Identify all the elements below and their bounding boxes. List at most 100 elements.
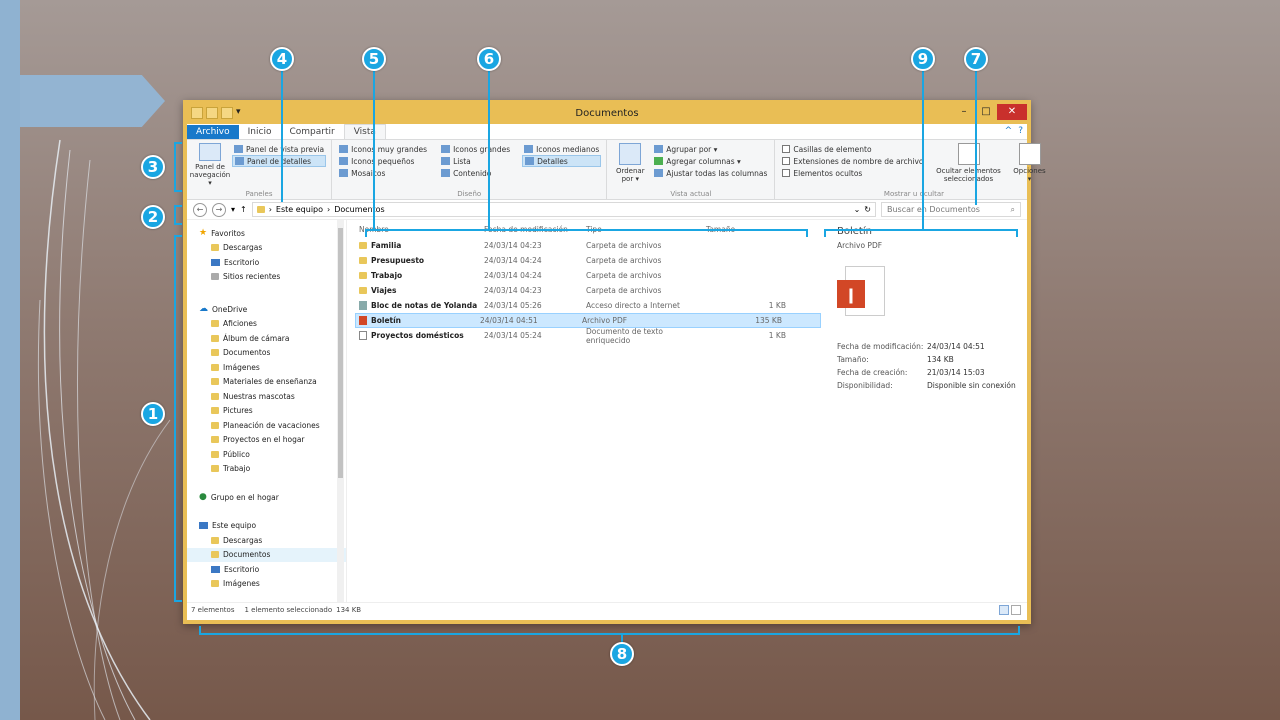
callout-bracket: [174, 205, 182, 225]
title-bar[interactable]: ▾ Documentos – □ ✕: [187, 104, 1027, 124]
layout-content[interactable]: Contenido: [439, 167, 512, 179]
nav-scrollbar[interactable]: [337, 220, 344, 602]
layout-medium-icons[interactable]: Iconos medianos: [522, 143, 601, 155]
layout-details[interactable]: Detalles: [522, 155, 602, 167]
nav-item[interactable]: Aficiones: [187, 317, 346, 332]
address-bar-row: ← → ▾ ↑ › Este equipo › Documentos ⌄ ↻ B…: [187, 200, 1027, 220]
table-row[interactable]: Familia 24/03/14 04:23 Carpeta de archiv…: [347, 238, 827, 253]
tab-compartir[interactable]: Compartir: [280, 125, 343, 139]
details-view-icon[interactable]: [999, 605, 1009, 615]
help-icon[interactable]: ?: [1018, 126, 1023, 136]
document-icon: [359, 331, 367, 340]
nav-item[interactable]: Escritorio: [187, 255, 346, 270]
nav-homegroup[interactable]: ● Grupo en el hogar: [187, 490, 346, 505]
table-row[interactable]: Proyectos domésticos 24/03/14 05:24 Docu…: [347, 327, 827, 345]
nav-item[interactable]: Documentos: [187, 346, 346, 361]
onedrive-icon: ☁: [199, 304, 208, 315]
back-button[interactable]: ←: [193, 202, 207, 217]
item-checkboxes-toggle[interactable]: Casillas de elemento: [780, 143, 925, 155]
callout-line: [488, 70, 490, 230]
checkbox[interactable]: [782, 157, 791, 165]
tab-inicio[interactable]: Inicio: [239, 125, 281, 139]
nav-item[interactable]: Imágenes: [187, 577, 346, 592]
refresh-icon[interactable]: ↻: [864, 205, 875, 214]
collapse-ribbon-icon[interactable]: ^: [1005, 126, 1013, 136]
computer-icon: [199, 522, 208, 530]
large-icons-view-icon[interactable]: [1011, 605, 1021, 615]
nav-item[interactable]: Proyectos en el hogar: [187, 433, 346, 448]
nav-item[interactable]: Trabajo: [187, 462, 346, 477]
group-by-button[interactable]: Agrupar por ▾: [652, 143, 769, 155]
layout-extra-large-icons[interactable]: Iconos muy grandes: [337, 143, 429, 155]
nav-item[interactable]: Nuestras mascotas: [187, 389, 346, 404]
up-button[interactable]: ↑: [240, 205, 247, 214]
folder-icon: [211, 407, 219, 415]
breadcrumb-este-equipo[interactable]: Este equipo: [276, 205, 323, 214]
downloads-icon: [211, 244, 219, 252]
options-icon: [1018, 143, 1041, 165]
table-row[interactable]: Bloc de notas de Yolanda 24/03/14 05:26 …: [347, 298, 827, 313]
nav-favorites[interactable]: ★ Favoritos: [187, 226, 346, 241]
layout-icon: [339, 169, 349, 177]
nav-item[interactable]: Álbum de cámara: [187, 331, 346, 346]
checkbox[interactable]: [782, 169, 791, 177]
table-row[interactable]: Viajes 24/03/14 04:23 Carpeta de archivo…: [347, 283, 827, 298]
forward-button[interactable]: →: [212, 202, 226, 217]
nav-item[interactable]: Imágenes: [187, 360, 346, 375]
minimize-button[interactable]: –: [953, 104, 975, 120]
file-extensions-toggle[interactable]: Extensiones de nombre de archivo: [780, 155, 925, 167]
tab-archivo[interactable]: Archivo: [187, 125, 239, 139]
sort-by-button[interactable]: Ordenar por ▾: [612, 143, 648, 187]
nav-pane-button[interactable]: Panel de navegación ▾: [190, 143, 230, 187]
callout-line: [281, 70, 283, 202]
recent-locations-button[interactable]: ▾: [231, 205, 235, 214]
details-pane-button[interactable]: Panel de detalles: [232, 155, 327, 167]
size-columns-button[interactable]: Ajustar todas las columnas: [652, 167, 769, 179]
close-button[interactable]: ✕: [997, 104, 1027, 120]
folder-icon: [211, 349, 219, 357]
search-icon[interactable]: ⌕: [1011, 205, 1015, 215]
nav-this-pc[interactable]: Este equipo: [187, 519, 346, 534]
group-label-current-view: Vista actual: [670, 190, 712, 198]
table-row[interactable]: Presupuesto 24/03/14 04:24 Carpeta de ar…: [347, 253, 827, 268]
nav-item[interactable]: Descargas: [187, 533, 346, 548]
layout-icon: [441, 157, 451, 165]
layout-tiles[interactable]: Mosaicos: [337, 167, 429, 179]
search-input[interactable]: Buscar en Documentos ⌕: [881, 202, 1021, 217]
file-explorer-window: ▾ Documentos – □ ✕ Archivo Inicio Compar…: [183, 100, 1046, 624]
recent-places-icon: [211, 273, 219, 281]
desktop-icon: [211, 258, 220, 266]
address-dropdown-icon[interactable]: ⌄: [854, 205, 861, 214]
nav-item[interactable]: Público: [187, 447, 346, 462]
table-row[interactable]: Trabajo 24/03/14 04:24 Carpeta de archiv…: [347, 268, 827, 283]
nav-onedrive[interactable]: ☁ OneDrive: [187, 302, 346, 317]
nav-item[interactable]: Descargas: [187, 241, 346, 256]
nav-pane-icon: [199, 143, 221, 161]
maximize-button[interactable]: □: [975, 104, 997, 120]
folder-icon: [359, 257, 367, 264]
nav-item[interactable]: Planeación de vacaciones: [187, 418, 346, 433]
nav-item[interactable]: Escritorio: [187, 562, 346, 577]
nav-item-selected[interactable]: Documentos: [187, 547, 346, 562]
documents-icon: [211, 551, 219, 559]
callout-bracket: [199, 626, 1020, 635]
address-bar[interactable]: › Este equipo › Documentos ⌄ ↻: [251, 202, 876, 217]
callout-5: 5: [362, 47, 386, 71]
layout-large-icons[interactable]: Iconos grandes: [439, 143, 512, 155]
layout-small-icons[interactable]: Iconos pequeños: [337, 155, 429, 167]
tab-vista[interactable]: Vista: [343, 124, 386, 139]
nav-item[interactable]: Pictures: [187, 404, 346, 419]
hidden-items-toggle[interactable]: Elementos ocultos: [780, 167, 925, 179]
breadcrumb-documentos[interactable]: Documentos: [334, 205, 385, 214]
hide-selected-button[interactable]: Ocultar elementos seleccionados: [934, 143, 1004, 187]
add-columns-icon: [654, 157, 664, 165]
options-button[interactable]: Opciones ▾: [1012, 143, 1048, 187]
scroll-thumb[interactable]: [338, 228, 343, 478]
pictures-icon: [211, 580, 219, 588]
nav-item[interactable]: Sitios recientes: [187, 270, 346, 285]
preview-pane-button[interactable]: Panel de vista previa: [232, 143, 326, 155]
add-columns-button[interactable]: Agregar columnas ▾: [652, 155, 769, 167]
nav-item[interactable]: Materiales de enseñanza: [187, 375, 346, 390]
layout-list[interactable]: Lista: [439, 155, 512, 167]
checkbox[interactable]: [782, 145, 791, 153]
